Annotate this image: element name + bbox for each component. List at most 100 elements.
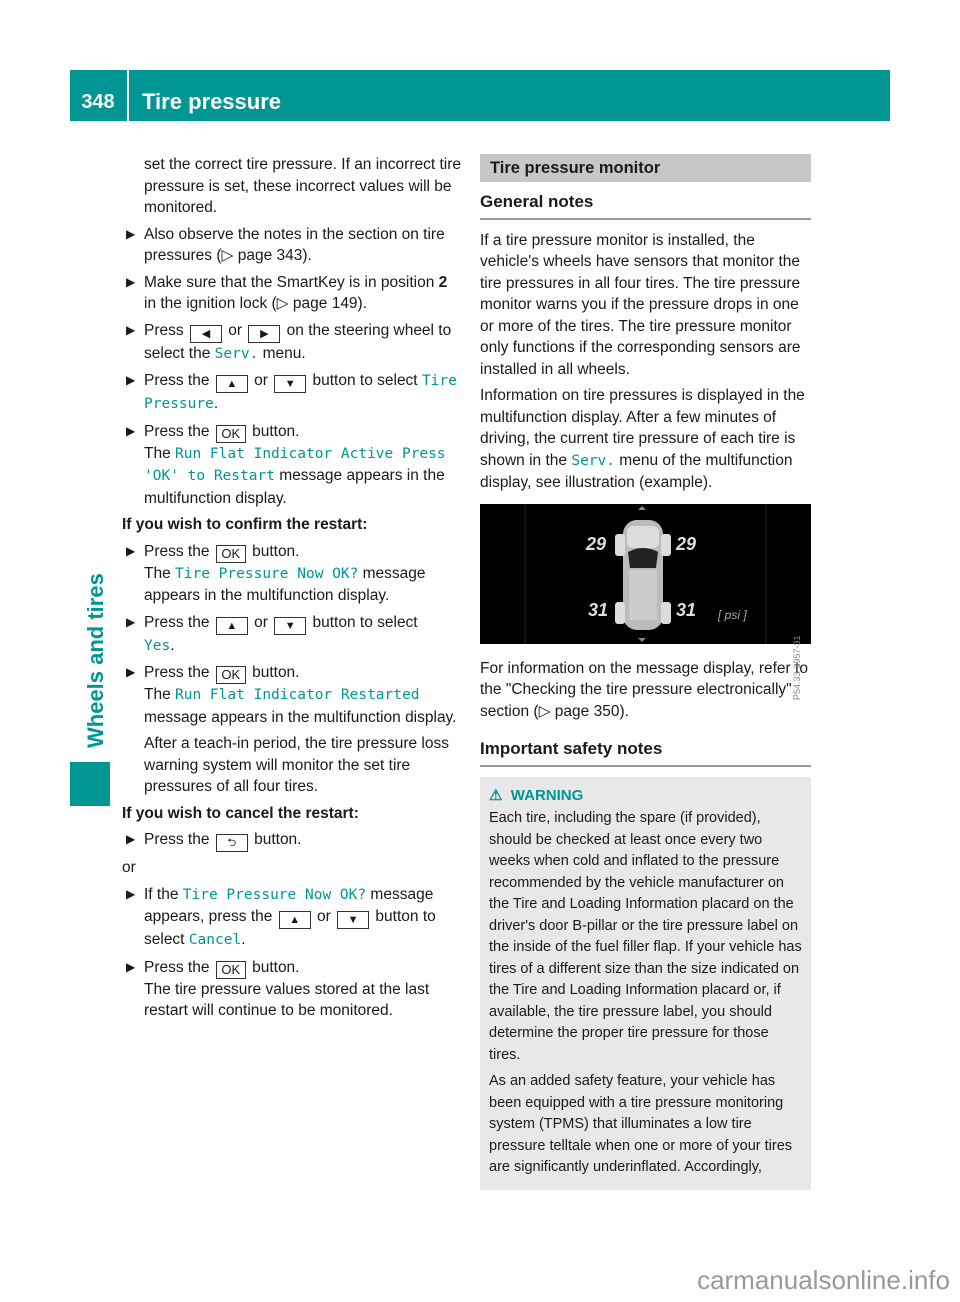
left-arrow-key-icon: ◀ (189, 324, 222, 343)
step-text: or (312, 908, 336, 925)
page-reference-link[interactable]: Also observe the notes in the section on… (144, 226, 445, 265)
illustration-code: P54.33-3957-31 (792, 635, 803, 701)
up-key-icon: ▲ (278, 911, 311, 929)
warning-text-1: Each tire, including the spare (if provi… (489, 810, 802, 1063)
step-arrow-icon: ▶ (126, 665, 136, 679)
warning-text-2: As an added safety feature, your vehicle… (489, 1073, 793, 1175)
step-text: Press the (144, 664, 214, 681)
step-text: The (144, 564, 176, 582)
step-smartkey: ▶ Make sure that the SmartKey is in posi… (122, 272, 462, 315)
down-key-icon: ▼ (337, 911, 370, 929)
step-text: or (249, 372, 273, 389)
step-text: message appears in the multifunction dis… (144, 708, 457, 726)
down-key-icon: ▼ (274, 616, 307, 635)
message-display-reference[interactable]: For information on the message display, … (480, 658, 811, 723)
page-reference-link[interactable]: in the ignition lock (▷ page 149). (144, 295, 367, 312)
step-arrow-icon: ▶ (126, 322, 136, 337)
step-text: button. (247, 422, 300, 440)
page-title: Tire pressure (142, 89, 282, 114)
step-text: Make sure that the SmartKey is in positi… (144, 273, 439, 291)
display-text: Tire Pressure Now OK? (182, 886, 367, 903)
step-text: Press the (144, 613, 214, 631)
down-key-icon: ▼ (274, 375, 307, 393)
step-text: button. (247, 664, 300, 681)
step-text: The (144, 444, 176, 462)
step-text: . (241, 931, 246, 948)
display-text: Cancel (188, 932, 242, 948)
step-text: or (249, 613, 273, 631)
step-text: . (170, 636, 175, 654)
step-text: button to select (308, 372, 422, 389)
step-text: button. (249, 831, 302, 848)
step-text: Press the (144, 958, 214, 976)
step-text: menu. (258, 344, 306, 362)
step-text: Press the (144, 831, 214, 848)
step-text: Press the (144, 542, 214, 560)
step-text: Press (144, 321, 188, 339)
rear-left-pressure: 31 (588, 599, 609, 620)
header-separator (127, 70, 129, 121)
display-text: Tire Pressure Now OK? (175, 565, 359, 582)
step-arrow-icon: ▶ (126, 614, 136, 629)
display-text: Yes (144, 637, 171, 654)
up-key-icon: ▲ (215, 375, 248, 393)
confirm-restart-heading: If you wish to confirm the restart: (122, 516, 368, 533)
safety-notes-heading: Important safety notes (480, 738, 811, 767)
ok-key-icon: OK (215, 960, 246, 979)
step-press-back: ▶ Press the ⮌ button. (122, 829, 462, 852)
warning-box: ⚠ WARNING Each tire, including the spare… (480, 776, 811, 1190)
key-position: 2 (438, 273, 448, 291)
chapter-tab-label: Wheels and tires (83, 573, 108, 748)
display-text: Serv. (214, 345, 259, 362)
step-observe-notes: ▶ Also observe the notes in the section … (122, 224, 462, 267)
general-notes-heading: General notes (480, 191, 811, 220)
page-header: 348 Tire pressure (70, 70, 890, 121)
step-text: button. (247, 958, 300, 976)
display-info-text: Information on tire pressures is display… (480, 385, 811, 494)
step-arrow-icon: ▶ (126, 226, 136, 241)
step-restart-ok: ▶ Press the OK button. The Run Flat Indi… (122, 662, 462, 798)
intro-text: set the correct tire pressure. If an inc… (144, 156, 462, 216)
warning-triangle-icon: ⚠ (489, 786, 503, 804)
step-arrow-icon: ▶ (126, 423, 136, 438)
step-select-serv: ▶ Press ◀ or ▶ on the steering wheel to … (122, 320, 462, 366)
step-select-tire-pressure: ▶ Press the ▲ or ▼ button to select Tire… (122, 370, 462, 416)
step-arrow-icon: ▶ (126, 543, 136, 558)
step-text: If the (144, 885, 183, 903)
step-text: Press the (144, 422, 214, 440)
back-key-icon: ⮌ (215, 834, 248, 852)
display-text: Run Flat Indicator Restarted (175, 687, 420, 703)
tire-pressure-illustration: 29 29 31 31 [ psi ] P54.33-3957-31 (480, 503, 811, 700)
ok-key-icon: OK (215, 544, 246, 563)
up-key-icon: ▲ (215, 616, 248, 635)
step-text: button. (247, 542, 300, 560)
step-text: button to select (308, 613, 418, 631)
ok-key-icon: OK (215, 424, 246, 443)
ok-key-icon: OK (215, 666, 246, 684)
page-number: 348 (81, 91, 115, 113)
step-cancel-ok: ▶ Press the OK button. The tire pressure… (122, 957, 462, 1022)
right-column: Tire pressure monitor General notes If a… (480, 154, 811, 1190)
or-text: or (122, 859, 136, 876)
general-notes-text: If a tire pressure monitor is installed,… (480, 231, 801, 378)
section-title: Tire pressure monitor (480, 154, 811, 182)
step-arrow-icon: ▶ (126, 373, 136, 387)
step-text: or (223, 321, 247, 339)
right-arrow-key-icon: ▶ (248, 324, 281, 343)
step-text: The tire pressure values stored at the l… (144, 980, 430, 1020)
step-select-yes: ▶ Press the ▲ or ▼ button to select Yes. (122, 612, 462, 658)
watermark: carmanualsonline.info (697, 1265, 950, 1295)
rear-right-pressure: 31 (676, 599, 697, 620)
step-press-ok: ▶ Press the OK button. The Run Flat Indi… (122, 421, 462, 510)
display-text: Serv. (571, 452, 615, 469)
chapter-tab-marker (70, 762, 110, 806)
step-arrow-icon: ▶ (126, 886, 136, 901)
step-text: . (213, 395, 219, 412)
step-arrow-icon: ▶ (126, 832, 136, 846)
step-text: The (144, 686, 176, 703)
pressure-unit: [ psi ] (718, 607, 747, 622)
left-column: set the correct tire pressure. If an inc… (122, 154, 462, 1027)
step-text: Press the (144, 372, 214, 389)
front-right-pressure: 29 (676, 533, 697, 554)
step-select-cancel: ▶ If the Tire Pressure Now OK? message a… (122, 884, 462, 952)
